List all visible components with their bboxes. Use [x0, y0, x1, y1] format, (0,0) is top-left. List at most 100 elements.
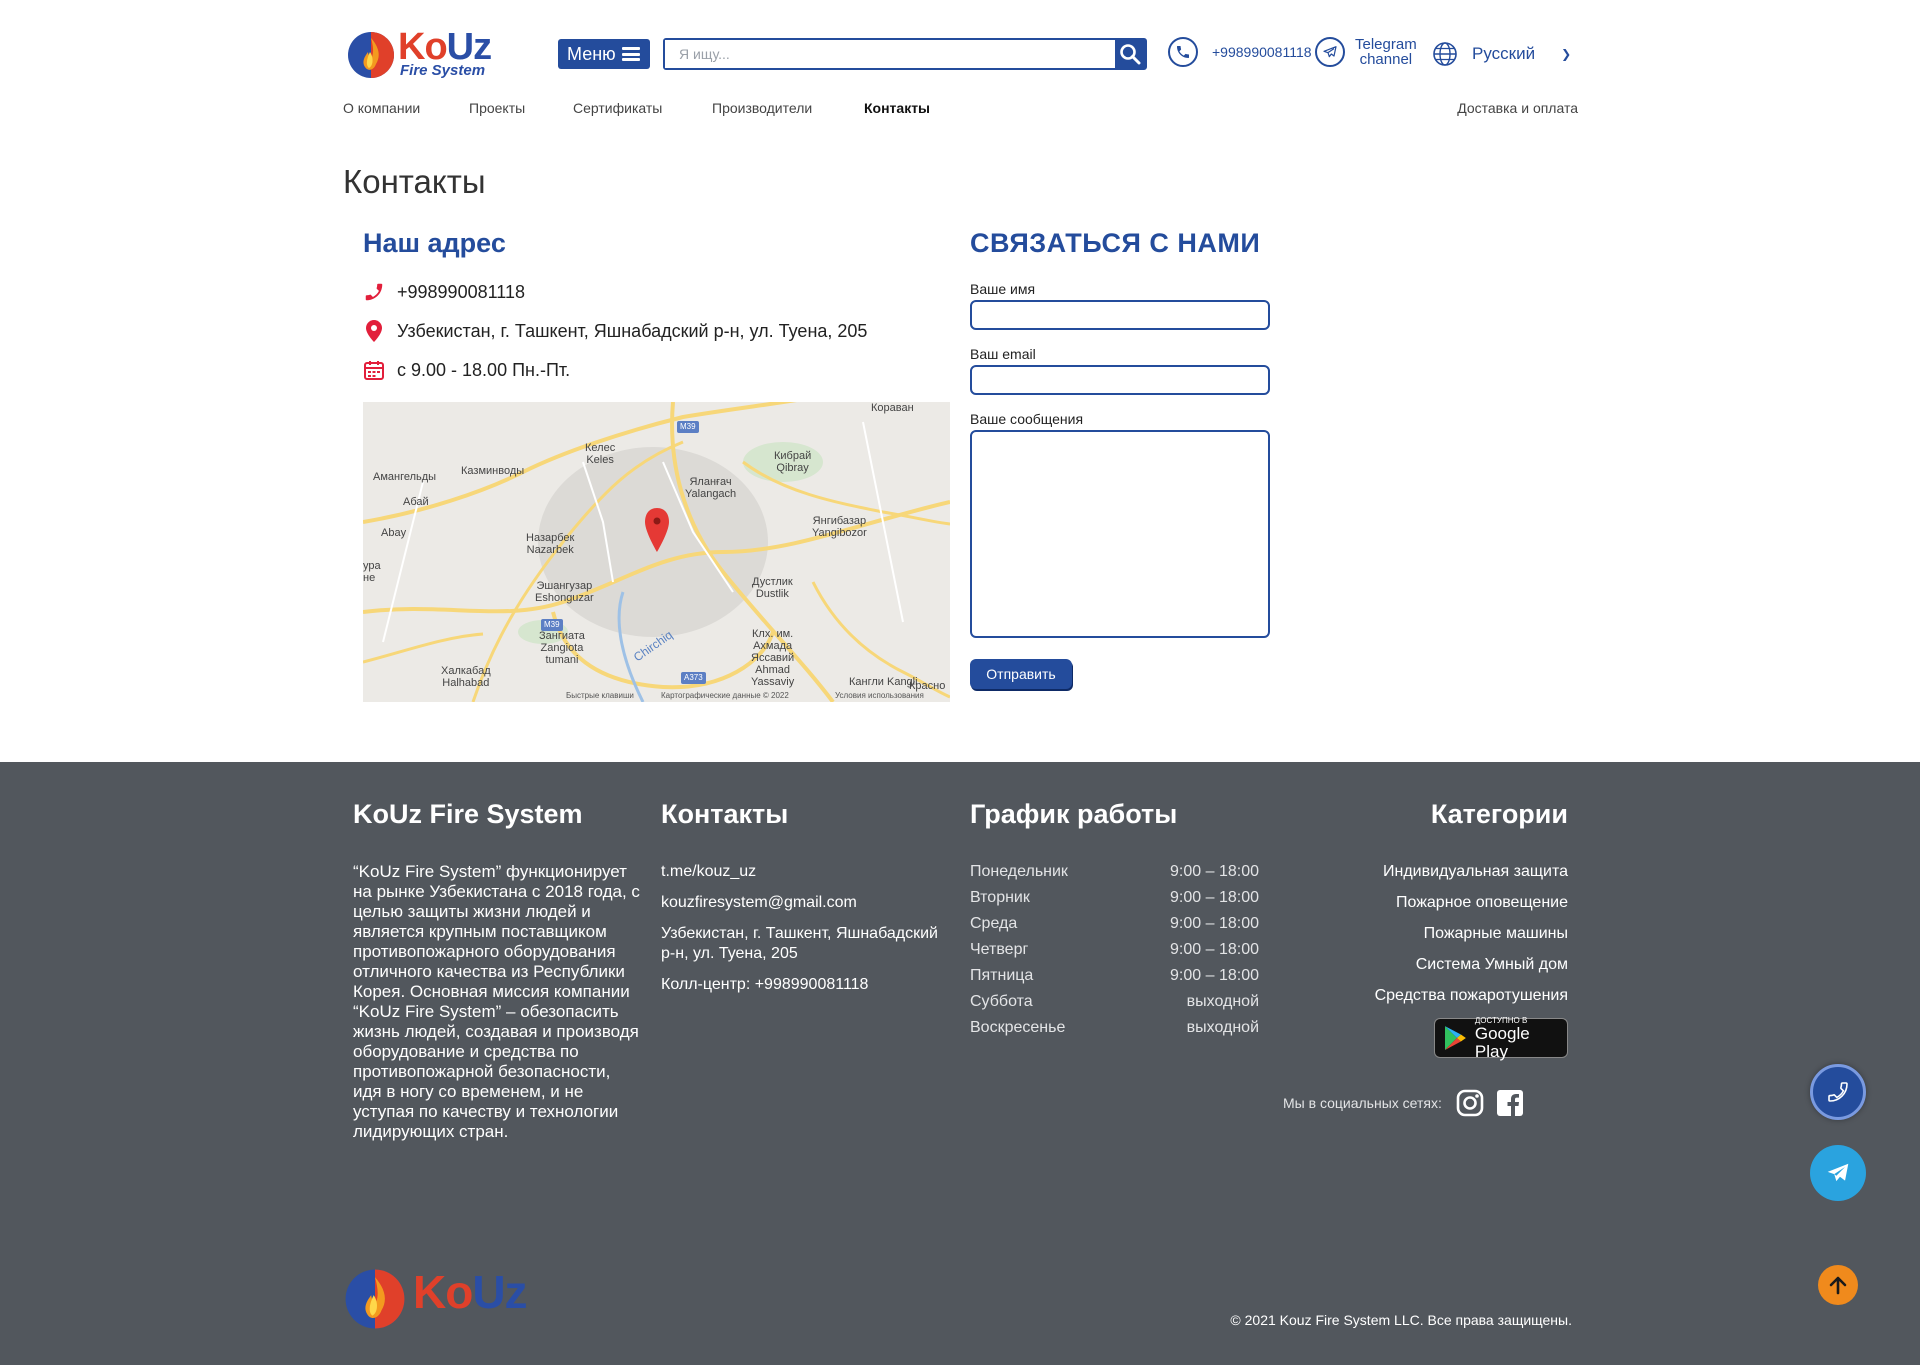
address-hours-row: с 9.00 - 18.00 Пн.-Пт. — [363, 358, 570, 382]
phone-icon — [1168, 37, 1198, 67]
main-nav: О компании Проекты Сертификаты Производи… — [343, 100, 1578, 120]
address-title: Наш адрес — [363, 228, 506, 258]
address-phone-row: +998990081118 — [363, 280, 525, 304]
menu-label: Меню — [567, 43, 616, 64]
language-selector[interactable]: Русский ❯ — [1432, 41, 1571, 67]
header-telegram-link[interactable]: Telegram channel — [1315, 37, 1417, 67]
google-play-icon — [1444, 1026, 1466, 1050]
road-badge: M39 — [541, 619, 563, 631]
schedule-row: Суббота выходной — [970, 993, 1259, 1010]
search-bar — [663, 38, 1147, 70]
address-location: Узбекистан, г. Ташкент, Яшнабадский р-н,… — [397, 320, 868, 341]
nav-item-delivery[interactable]: Доставка и оплата — [1457, 100, 1578, 116]
name-label: Ваше имя — [970, 281, 1036, 297]
map-label: Abay — [381, 527, 407, 539]
telegram-fab-button[interactable] — [1810, 1145, 1866, 1201]
header-phone[interactable]: +998990081118 — [1168, 37, 1312, 67]
schedule-row: Понедельник 9:00 – 18:00 — [970, 863, 1259, 880]
language-label: Русский — [1472, 44, 1536, 63]
phone-icon — [363, 280, 385, 304]
flame-logo-icon — [345, 1269, 405, 1329]
map-shortcuts-link[interactable]: Быстрые клавиши — [566, 691, 634, 700]
category-link[interactable]: Система Умный дом — [1416, 956, 1568, 974]
facebook-icon[interactable] — [1496, 1089, 1524, 1117]
email-label: Ваш email — [970, 346, 1036, 362]
google-play-badge[interactable]: ДОСТУПНО В Google Play — [1434, 1016, 1568, 1061]
address-phone[interactable]: +998990081118 — [397, 282, 525, 303]
email-field[interactable] — [970, 365, 1270, 395]
map-label: Кораван — [871, 402, 914, 414]
map-label: Зангиата Zangiota tumani — [539, 630, 585, 666]
message-textarea[interactable] — [970, 430, 1270, 638]
page-title: Контакты — [343, 163, 486, 200]
footer-callcenter[interactable]: Колл-центр: +998990081118 — [661, 975, 868, 995]
search-button[interactable] — [1115, 40, 1145, 68]
schedule-row: Вторник 9:00 – 18:00 — [970, 889, 1259, 906]
category-link[interactable]: Средства пожаротушения — [1375, 987, 1568, 1005]
category-link[interactable]: Пожарное оповещение — [1396, 894, 1568, 912]
telegram-icon — [1827, 1163, 1849, 1182]
telegram-icon — [1315, 37, 1345, 67]
map-label: Абай — [403, 496, 429, 508]
map-label: Эшангузар Eshonguzar — [535, 580, 594, 604]
search-icon — [1120, 44, 1141, 65]
hamburger-icon — [621, 47, 640, 61]
footer-email-link[interactable]: kouzfiresystem@gmail.com — [661, 893, 857, 913]
map-label: Янгибазар Yangibozor — [812, 515, 867, 539]
nav-item-contacts[interactable]: Контакты — [864, 100, 930, 116]
schedule-row: Пятница 9:00 – 18:00 — [970, 967, 1259, 984]
google-play-line2: Google Play — [1474, 1023, 1530, 1061]
location-map[interactable]: Кораван Келес Keles Амангельды Казминвод… — [363, 402, 950, 702]
map-label: ура не — [363, 560, 381, 584]
footer-contacts-title: Контакты — [661, 799, 789, 829]
flame-logo-icon — [348, 32, 394, 78]
message-label: Ваше сообщения — [970, 411, 1084, 427]
call-fab-button[interactable] — [1810, 1064, 1866, 1120]
search-input[interactable] — [665, 40, 1115, 68]
site-footer: KoUz Fire System “KoUz Fire System” функ… — [0, 762, 1920, 1365]
category-link[interactable]: Индивидуальная защита — [1383, 863, 1568, 881]
arrow-up-icon — [1829, 1276, 1847, 1295]
footer-logo[interactable]: KoUz — [343, 1267, 543, 1337]
footer-about-text: “KoUz Fire System” функционирует на рынк… — [353, 862, 640, 1141]
footer-telegram-link[interactable]: t.me/kouz_uz — [661, 862, 756, 882]
telegram-channel-label: Telegram channel — [1355, 36, 1417, 68]
map-label: Кангли Kangli — [849, 676, 918, 688]
map-terms-link[interactable]: Условия использования — [835, 691, 924, 700]
map-label: Кибрай Qibray — [774, 450, 812, 474]
footer-about-title: KoUz Fire System — [353, 799, 583, 829]
site-logo[interactable]: KoUz Fire System — [346, 26, 502, 82]
social-links: Мы в социальных сетях: — [1283, 1089, 1524, 1117]
nav-item-manufacturers[interactable]: Производители — [712, 100, 812, 116]
map-label: Клх. им. Ахмада Яссавий Ahmad Yassaviy — [751, 628, 795, 688]
nav-item-projects[interactable]: Проекты — [469, 100, 525, 116]
road-badge: M39 — [677, 421, 699, 433]
nav-item-certificates[interactable]: Сертификаты — [573, 100, 662, 116]
footer-address: Узбекистан, г. Ташкент, Яшнабадский р-н,… — [661, 925, 938, 962]
map-pin-icon — [363, 319, 385, 343]
schedule-row: Четверг 9:00 – 18:00 — [970, 941, 1259, 958]
schedule-row: Воскресенье выходной — [970, 1019, 1259, 1036]
nav-item-about[interactable]: О компании — [343, 100, 420, 116]
chevron-down-icon: ❯ — [1561, 47, 1572, 61]
globe-icon — [1433, 42, 1457, 66]
submit-button[interactable]: Отправить — [970, 659, 1072, 689]
social-label: Мы в социальных сетях: — [1283, 1095, 1442, 1111]
map-label: Казминводы — [461, 465, 525, 477]
map-graphic — [363, 402, 950, 702]
road-badge: A373 — [681, 672, 706, 684]
menu-button[interactable]: Меню — [558, 39, 650, 69]
phone-icon — [1828, 1082, 1848, 1102]
address-location-row: Узбекистан, г. Ташкент, Яшнабадский р-н,… — [363, 319, 867, 343]
instagram-icon[interactable] — [1456, 1089, 1484, 1117]
address-hours: с 9.00 - 18.00 Пн.-Пт. — [397, 359, 571, 380]
copyright: © 2021 Kouz Fire System LLC. Все права з… — [1230, 1312, 1572, 1328]
category-link[interactable]: Пожарные машины — [1424, 925, 1568, 943]
map-data-credit: Картографические данные © 2022 — [661, 691, 789, 700]
scroll-to-top-button[interactable] — [1818, 1265, 1858, 1305]
footer-logo-brand: KoUz — [413, 1266, 528, 1318]
map-label: Назарбек Nazarbek — [526, 532, 575, 556]
calendar-icon — [363, 358, 385, 382]
footer-schedule-title: График работы — [970, 799, 1178, 829]
name-field[interactable] — [970, 300, 1270, 330]
